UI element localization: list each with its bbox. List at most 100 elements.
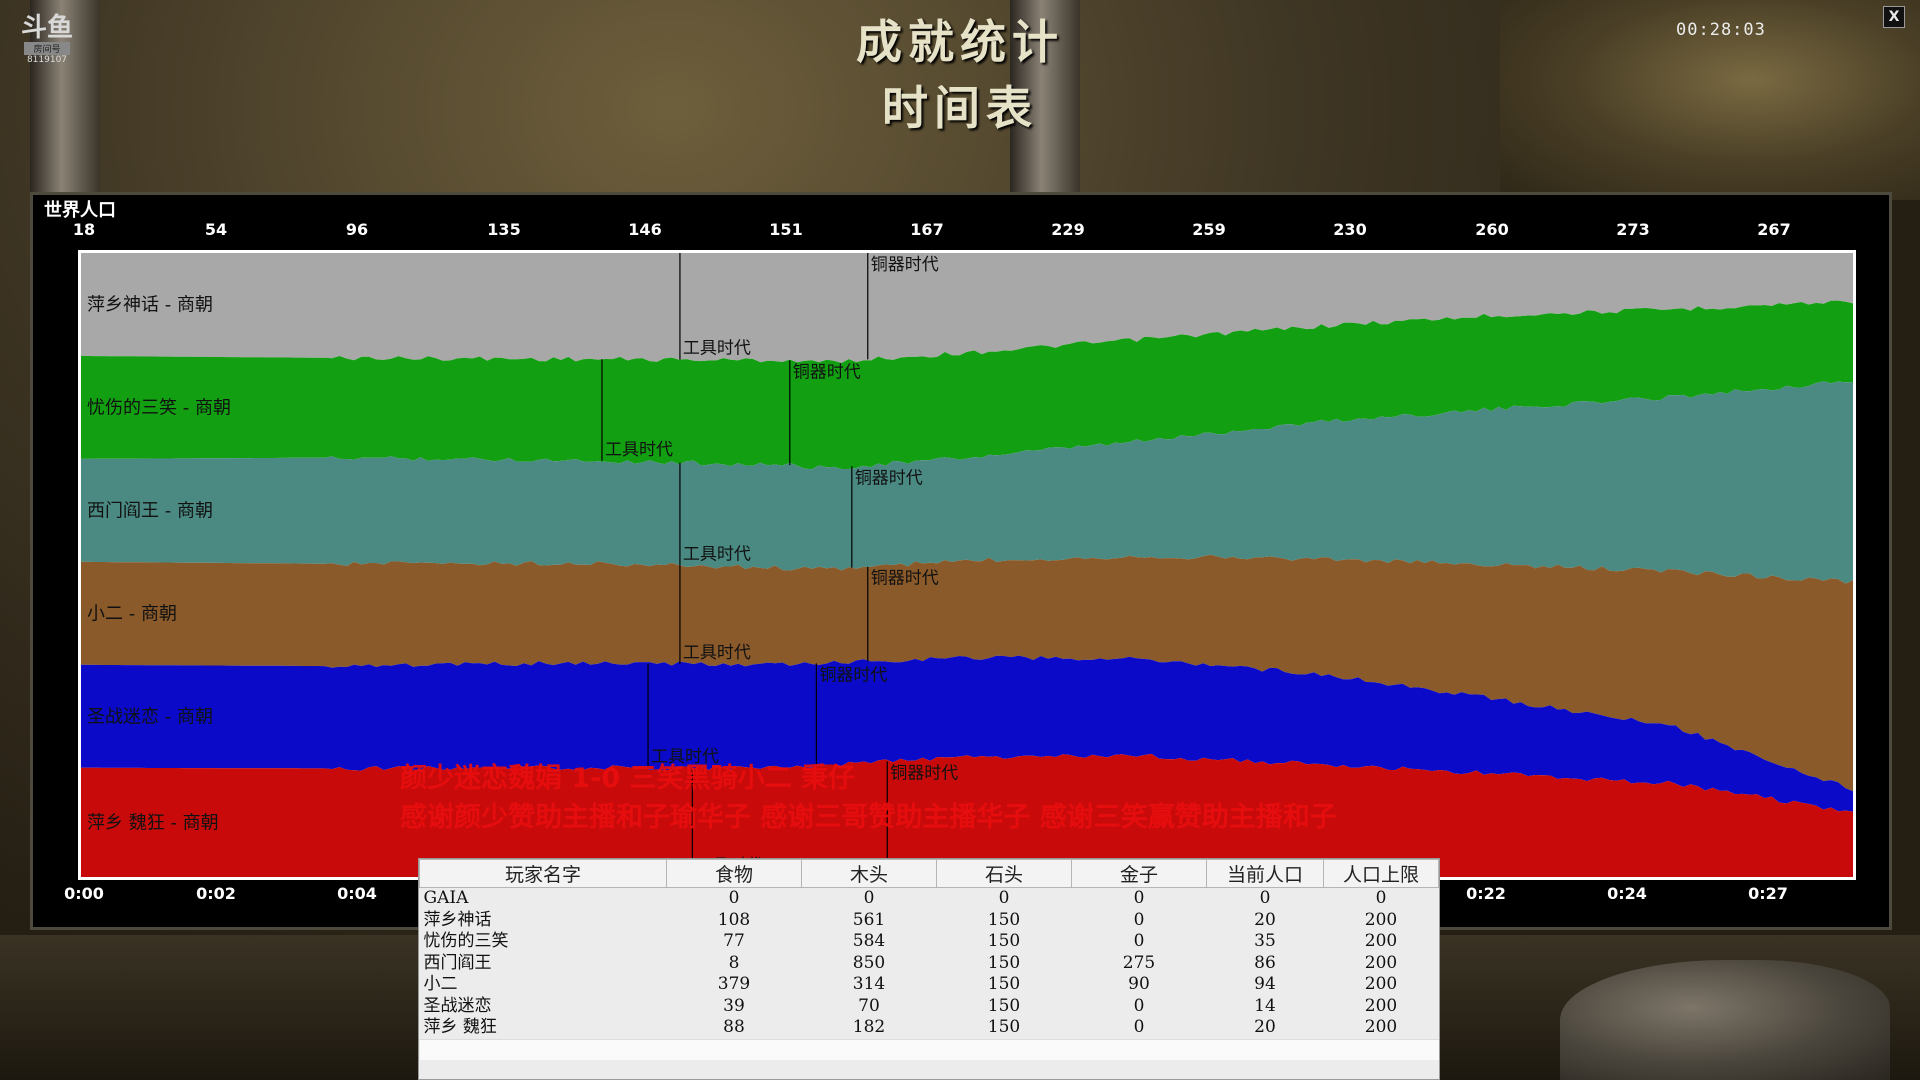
stone-value: 150 — [987, 909, 1021, 930]
table-empty-row — [419, 1038, 1439, 1060]
population-chart: 工具时代铜器时代工具时代铜器时代工具时代铜器时代工具时代铜器时代工具时代铜器时代… — [81, 253, 1853, 877]
top-axis-label: 230 — [1333, 220, 1367, 239]
player-name: 圣战迷恋 — [423, 995, 492, 1016]
top-axis: 18 54 96 135 146 151 167 229 259 230 260… — [0, 220, 1920, 244]
gold-value: 275 — [1122, 952, 1156, 973]
gold-value: 0 — [1133, 995, 1145, 1016]
page-subtitle: 时间表 — [882, 81, 1038, 135]
stone-value: 150 — [987, 974, 1021, 995]
top-axis-label: 267 — [1757, 220, 1791, 239]
current-pop-value: 35 — [1254, 931, 1276, 952]
age-marker-label: 铜器时代 — [819, 665, 887, 685]
age-marker-label: 铜器时代 — [890, 763, 958, 783]
page-title: 成就统计 — [856, 15, 1064, 69]
pop-cap-value: 200 — [1364, 952, 1398, 973]
wood-value: 850 — [852, 952, 886, 973]
background-statue — [1560, 960, 1890, 1080]
column-header-gold[interactable]: 金子 — [1071, 859, 1207, 888]
column-header-player[interactable]: 玩家名字 — [419, 859, 667, 888]
column-header-pop-cap[interactable]: 人口上限 — [1323, 859, 1439, 888]
gold-value: 90 — [1128, 974, 1150, 995]
top-axis-label: 54 — [204, 220, 228, 239]
current-pop-value: 0 — [1259, 888, 1271, 909]
top-axis-label: 273 — [1616, 220, 1650, 239]
gold-value: 0 — [1133, 931, 1145, 952]
top-axis-label: 96 — [345, 220, 369, 239]
top-axis-label: 146 — [628, 220, 662, 239]
age-marker-label: 工具时代 — [605, 440, 673, 460]
player-name: 小二 — [423, 974, 458, 995]
table-header-row: 玩家名字 食物 木头 石头 金子 当前人口 人口上限 — [419, 859, 1439, 888]
wood-value: 182 — [852, 1017, 886, 1038]
series-label: 萍乡 魏狂 - 商朝 — [87, 812, 219, 833]
player-name: 萍乡神话 — [423, 909, 492, 930]
pop-cap-value: 200 — [1364, 974, 1398, 995]
age-marker-label: 工具时代 — [683, 339, 751, 359]
top-axis-label: 135 — [487, 220, 521, 239]
wood-value: 0 — [863, 888, 875, 909]
panel-label: 世界人口 — [44, 200, 116, 221]
stone-value: 150 — [987, 1017, 1021, 1038]
age-marker-label: 工具时代 — [683, 545, 751, 565]
series-label: 忧伤的三笑 - 商朝 — [87, 397, 231, 418]
age-marker-label: 铜器时代 — [793, 362, 861, 382]
bottom-axis-label: 0:04 — [337, 884, 377, 903]
age-marker-label: 铜器时代 — [871, 569, 939, 589]
bottom-axis-label: 0:24 — [1607, 884, 1647, 903]
column-header-food[interactable]: 食物 — [666, 859, 802, 888]
food-value: 379 — [717, 974, 751, 995]
pop-cap-value: 200 — [1364, 1017, 1398, 1038]
series-label: 西门阎王 - 商朝 — [87, 500, 213, 521]
game-clock: 00:28:03 — [1676, 20, 1766, 40]
wood-value: 314 — [852, 974, 886, 995]
column-header-current-pop[interactable]: 当前人口 — [1206, 859, 1324, 888]
table-row[interactable]: GAIA 0 0 0 0 0 0 — [420, 888, 1439, 910]
food-value: 77 — [723, 931, 745, 952]
current-pop-value: 20 — [1254, 1017, 1276, 1038]
gold-value: 0 — [1133, 909, 1145, 930]
table-row[interactable]: 圣战迷恋 39 70 150 0 14 200 — [420, 996, 1439, 1018]
food-value: 39 — [723, 995, 745, 1016]
pop-cap-value: 200 — [1364, 931, 1398, 952]
column-header-wood[interactable]: 木头 — [801, 859, 937, 888]
pop-cap-value: 200 — [1364, 995, 1398, 1016]
bottom-axis-label: 0:00 — [64, 884, 104, 903]
stone-value: 150 — [987, 952, 1021, 973]
table-row[interactable]: 西门阎王 8 850 150 275 86 200 — [420, 953, 1439, 975]
top-axis-label: 151 — [769, 220, 803, 239]
top-axis-label: 18 — [72, 220, 96, 239]
top-axis-label: 260 — [1475, 220, 1509, 239]
top-axis-label: 259 — [1192, 220, 1226, 239]
food-value: 0 — [728, 888, 740, 909]
stone-value: 150 — [987, 995, 1021, 1016]
player-name: 忧伤的三笑 — [423, 931, 509, 952]
stream-overlay-score: 颜少迷恋魏娟 1-0 三笑黑骑小二 秉仔 — [400, 763, 855, 794]
series-label: 小二 - 商朝 — [87, 603, 177, 624]
top-axis-label: 167 — [910, 220, 944, 239]
bottom-axis-label: 0:27 — [1748, 884, 1788, 903]
food-value: 8 — [728, 952, 740, 973]
table-row[interactable]: 萍乡 魏狂 88 182 150 0 20 200 — [420, 1017, 1439, 1039]
close-button[interactable]: X — [1883, 6, 1905, 28]
player-name: 萍乡 魏狂 — [423, 1017, 497, 1038]
wood-value: 561 — [852, 909, 886, 930]
current-pop-value: 14 — [1254, 995, 1276, 1016]
series-label: 萍乡神话 - 商朝 — [87, 294, 213, 315]
player-stats-table: 玩家名字 食物 木头 石头 金子 当前人口 人口上限 GAIA 0 0 0 0 … — [418, 858, 1440, 1080]
table-row[interactable]: 萍乡神话 108 561 150 0 20 200 — [420, 910, 1439, 932]
food-value: 88 — [723, 1017, 745, 1038]
bottom-axis-label: 0:02 — [196, 884, 236, 903]
table-row[interactable]: 忧伤的三笑 77 584 150 0 35 200 — [420, 931, 1439, 953]
player-name: GAIA — [423, 888, 469, 909]
age-marker-label: 工具时代 — [683, 643, 751, 663]
pop-cap-value: 200 — [1364, 909, 1398, 930]
stone-value: 0 — [998, 888, 1010, 909]
current-pop-value: 20 — [1254, 909, 1276, 930]
table-row[interactable]: 小二 379 314 150 90 94 200 — [420, 974, 1439, 996]
series-label: 圣战迷恋 - 商朝 — [87, 705, 213, 727]
wood-value: 70 — [858, 995, 880, 1016]
pop-cap-value: 0 — [1375, 888, 1387, 909]
current-pop-value: 94 — [1254, 974, 1276, 995]
age-marker-label: 铜器时代 — [855, 468, 923, 488]
column-header-stone[interactable]: 石头 — [936, 859, 1072, 888]
